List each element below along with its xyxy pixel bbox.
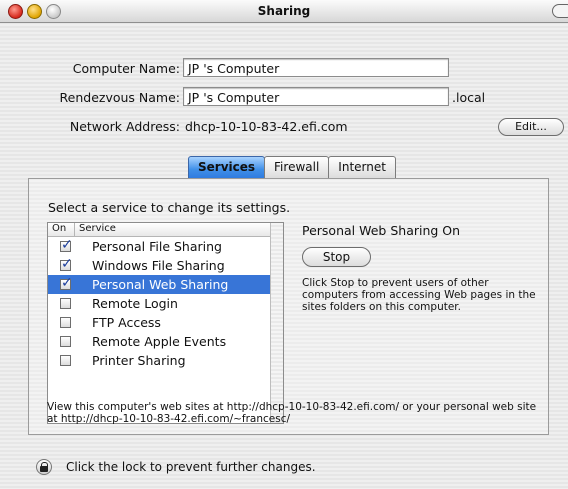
service-row[interactable]: Windows File Sharing	[48, 256, 272, 275]
service-name: FTP Access	[92, 315, 161, 330]
service-row[interactable]: Remote Apple Events	[48, 332, 272, 351]
computer-name-field[interactable]: JP 's Computer	[183, 58, 449, 77]
column-header-service[interactable]: Service	[74, 223, 116, 236]
lock-text: Click the lock to prevent further change…	[66, 460, 316, 474]
service-checkbox[interactable]	[60, 237, 73, 253]
edit-button[interactable]: Edit...	[498, 118, 564, 136]
services-panel: Select a service to change its settings.…	[28, 178, 549, 435]
services-list[interactable]: On Service Personal File Sharing Windows…	[47, 222, 284, 424]
rendezvous-name-label: Rendezvous Name:	[59, 90, 180, 105]
service-name: Windows File Sharing	[92, 258, 225, 273]
service-name: Personal Web Sharing	[92, 277, 229, 292]
network-address-value: dhcp-10-10-83-42.efi.com	[185, 119, 348, 134]
web-sites-note: View this computer's web sites at http:/…	[47, 401, 537, 425]
services-prompt: Select a service to change its settings.	[48, 200, 291, 215]
tab-internet[interactable]: Internet	[328, 156, 396, 178]
title-bar[interactable]: Sharing	[0, 0, 568, 23]
service-name: Personal File Sharing	[92, 239, 222, 254]
rendezvous-suffix: .local	[452, 90, 486, 105]
service-checkbox[interactable]	[60, 336, 71, 347]
stop-button[interactable]: Stop	[302, 247, 371, 267]
lock-icon[interactable]	[36, 459, 52, 475]
service-checkbox[interactable]	[60, 317, 71, 328]
service-checkbox[interactable]	[60, 256, 73, 272]
tab-bar: Services Firewall Internet	[188, 156, 396, 178]
computer-name-label: Computer Name:	[72, 61, 180, 76]
service-checkbox[interactable]	[60, 298, 71, 309]
services-list-header: On Service	[48, 223, 272, 237]
service-checkbox[interactable]	[60, 355, 71, 366]
service-row[interactable]: Printer Sharing	[48, 351, 272, 370]
tab-firewall[interactable]: Firewall	[264, 156, 330, 178]
network-address-label: Network Address:	[69, 119, 180, 134]
service-row[interactable]: Remote Login	[48, 294, 272, 313]
service-name: Remote Login	[92, 296, 178, 311]
rendezvous-name-field[interactable]: JP 's Computer	[183, 87, 449, 106]
service-explanation: Click Stop to prevent users of other com…	[302, 277, 536, 313]
tab-services[interactable]: Services	[188, 156, 266, 178]
service-checkbox[interactable]	[60, 275, 73, 291]
service-name: Remote Apple Events	[92, 334, 227, 349]
service-row[interactable]: FTP Access	[48, 313, 272, 332]
column-header-on[interactable]: On	[52, 223, 66, 234]
service-row[interactable]: Personal File Sharing	[48, 237, 272, 256]
service-row-selected[interactable]: Personal Web Sharing	[48, 275, 272, 294]
service-name: Printer Sharing	[92, 353, 186, 368]
services-list-scrollbar[interactable]	[270, 223, 283, 423]
toolbar-toggle-button[interactable]	[552, 4, 568, 18]
service-status-text: Personal Web Sharing On	[302, 223, 461, 238]
window-title: Sharing	[257, 4, 311, 18]
